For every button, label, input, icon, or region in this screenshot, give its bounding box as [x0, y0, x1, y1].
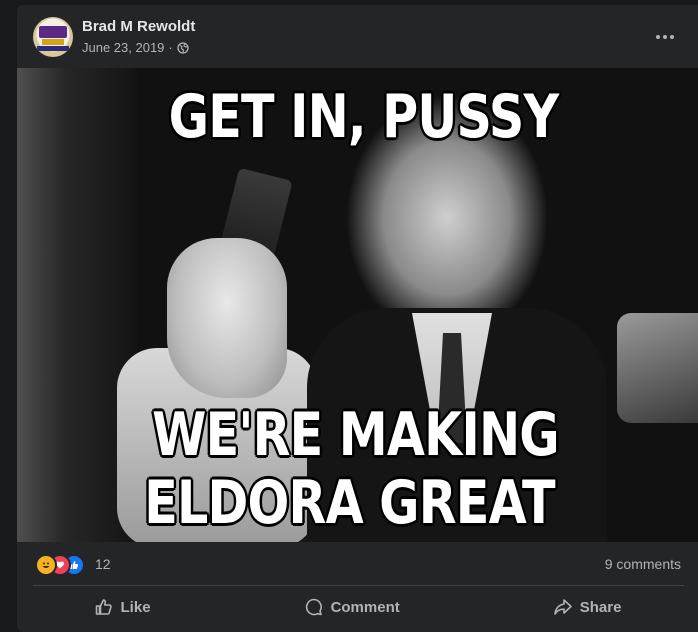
reactions-bar: 12 9 comments: [17, 542, 698, 586]
post-image[interactable]: GET IN, PUSSY WE'RE MAKING ELDORA GREAT …: [17, 68, 698, 542]
comment-icon: [305, 598, 322, 616]
comment-button[interactable]: Comment: [284, 589, 420, 625]
more-options-icon[interactable]: [647, 19, 683, 55]
like-label: Like: [120, 598, 151, 616]
image-hand: [167, 238, 287, 398]
comments-count[interactable]: 9 comments: [605, 556, 681, 572]
meme-caption-bottom-line1: WE'RE MAKING: [152, 400, 560, 470]
globe-icon[interactable]: [177, 41, 189, 54]
meme-caption-top: GET IN, PUSSY: [168, 82, 559, 152]
avatar[interactable]: [33, 17, 73, 57]
meme-caption-bottom-line2: ELDORA GREAT AGAIN: [144, 468, 555, 542]
share-label: Share: [579, 598, 622, 616]
meta-separator: ·: [168, 40, 173, 55]
avatar-graphic: [37, 46, 69, 51]
divider: [33, 585, 684, 586]
author-name[interactable]: Brad M Rewoldt: [82, 18, 195, 35]
like-button[interactable]: Like: [74, 589, 171, 625]
share-button[interactable]: Share: [533, 589, 642, 625]
avatar-graphic: [42, 39, 64, 45]
reaction-icons[interactable]: [35, 554, 91, 576]
thumbs-up-icon: [95, 599, 112, 615]
comment-label: Comment: [330, 598, 400, 616]
post-header: Brad M Rewoldt June 23, 2019 ·: [17, 5, 698, 67]
post-date[interactable]: June 23, 2019: [82, 40, 164, 55]
share-icon: [553, 599, 572, 615]
reaction-count[interactable]: 12: [95, 556, 111, 572]
avatar-graphic: [39, 26, 67, 38]
post-meta: June 23, 2019 ·: [82, 40, 189, 55]
post-actions: Like Comment Share: [17, 589, 698, 629]
post-card: Brad M Rewoldt June 23, 2019 · GET IN, P…: [17, 5, 698, 632]
haha-icon: [35, 554, 57, 576]
